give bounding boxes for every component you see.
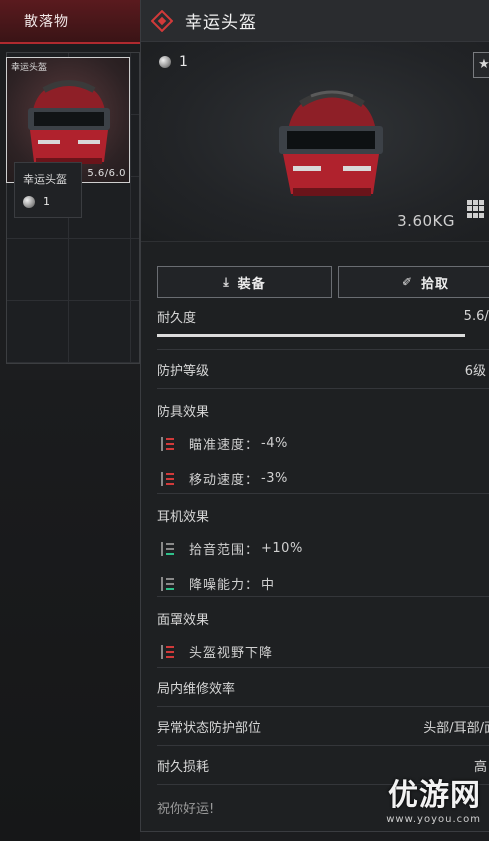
download-icon: ⤓ bbox=[223, 274, 230, 289]
action-buttons: ⤓ 装备 ✐ 拾取 bbox=[157, 266, 489, 298]
armor-effects: 防具效果 瞄准速度： -4% 移动速度： -3% bbox=[157, 389, 489, 493]
protection-label: 防护等级 bbox=[157, 363, 210, 379]
coin-icon bbox=[159, 56, 171, 68]
durability-label: 耐久度 bbox=[157, 310, 197, 326]
headset-effects: 耳机效果 拾音范围： +10% 降噪能力： 中 bbox=[157, 494, 489, 596]
item-stats: 耐久度 5.6/6 防护等级 6级 防具效果 瞄准速度： -4% 移动速度： -… bbox=[157, 306, 489, 829]
equip-label: 装备 bbox=[237, 276, 266, 292]
durability-value: 5.6/6 bbox=[463, 308, 489, 324]
equip-button[interactable]: ⤓ 装备 bbox=[157, 266, 332, 298]
grab-icon: ✐ bbox=[401, 275, 414, 289]
mask-effects-title: 面罩效果 bbox=[157, 613, 210, 628]
item-detail-panel: 幸运头盔 1 ★ 3.60KG ⤓ 装备 ✐ 拾取 耐久度 5.6/ 防护等级 … bbox=[140, 0, 489, 832]
loot-item-durability: 5.6/6.0 bbox=[87, 168, 126, 179]
effect-item: 移动速度： -3% bbox=[157, 469, 489, 488]
effect-item: 瞄准速度： -4% bbox=[157, 434, 489, 453]
item-title: 幸运头盔 bbox=[185, 13, 257, 33]
loot-tooltip: 幸运头盔 1 bbox=[14, 162, 82, 218]
headset-effects-title: 耳机效果 bbox=[157, 510, 210, 525]
durability-row: 耐久度 5.6/6 bbox=[157, 306, 489, 326]
protection-value: 6级 bbox=[464, 363, 486, 379]
repair-label: 局内维修效率 bbox=[157, 681, 236, 697]
item-price-value: 1 bbox=[179, 54, 188, 70]
coin-icon bbox=[23, 195, 35, 208]
protection-row: 防护等级 6级 bbox=[157, 350, 489, 388]
durability-bar bbox=[157, 334, 465, 337]
loot-tab-label: 散落物 bbox=[24, 14, 69, 30]
tooltip-price: 1 bbox=[43, 195, 50, 208]
debuff-icon bbox=[161, 644, 174, 659]
flavor-text: 祝你好运! bbox=[157, 801, 215, 817]
status-protect-value: 头部/耳部/面 bbox=[423, 720, 489, 736]
watermark-name: 优游网 bbox=[388, 778, 481, 813]
site-watermark: 优游网 www.yoyou.com bbox=[386, 770, 481, 825]
watermark-url: www.yoyou.com bbox=[386, 814, 481, 825]
item-price: 1 bbox=[159, 54, 188, 70]
effect-item: 头盔视野下降 bbox=[157, 642, 489, 661]
helmet-thumbnail bbox=[28, 80, 110, 164]
debuff-icon bbox=[161, 471, 174, 486]
grid-size-icon bbox=[467, 200, 485, 218]
buff-icon bbox=[161, 541, 174, 556]
buff-icon bbox=[161, 576, 174, 591]
tooltip-name: 幸运头盔 bbox=[23, 173, 67, 186]
effect-item: 降噪能力： 中 bbox=[157, 574, 489, 593]
mask-effects: 面罩效果 头盔视野下降 bbox=[157, 597, 489, 667]
armor-effects-title: 防具效果 bbox=[157, 405, 210, 420]
pickup-label: 拾取 bbox=[421, 276, 450, 292]
status-protect-row: 异常状态防护部位 头部/耳部/面 bbox=[157, 707, 489, 745]
durability-loss-label: 耐久损耗 bbox=[157, 759, 210, 775]
helmet-render bbox=[279, 90, 383, 196]
left-background bbox=[0, 380, 140, 841]
loot-tab[interactable]: 散落物 bbox=[0, 0, 140, 44]
favorite-star-button[interactable]: ★ bbox=[473, 52, 489, 78]
effect-item: 拾音范围： +10% bbox=[157, 539, 489, 558]
debuff-icon bbox=[161, 436, 174, 451]
repair-row: 局内维修效率 bbox=[157, 668, 489, 706]
detail-header: 幸运头盔 bbox=[141, 0, 489, 42]
item-category-icon bbox=[151, 9, 173, 32]
pickup-button[interactable]: ✐ 拾取 bbox=[338, 266, 489, 298]
status-protect-label: 异常状态防护部位 bbox=[157, 720, 262, 736]
item-weight: 3.60KG bbox=[397, 212, 455, 230]
